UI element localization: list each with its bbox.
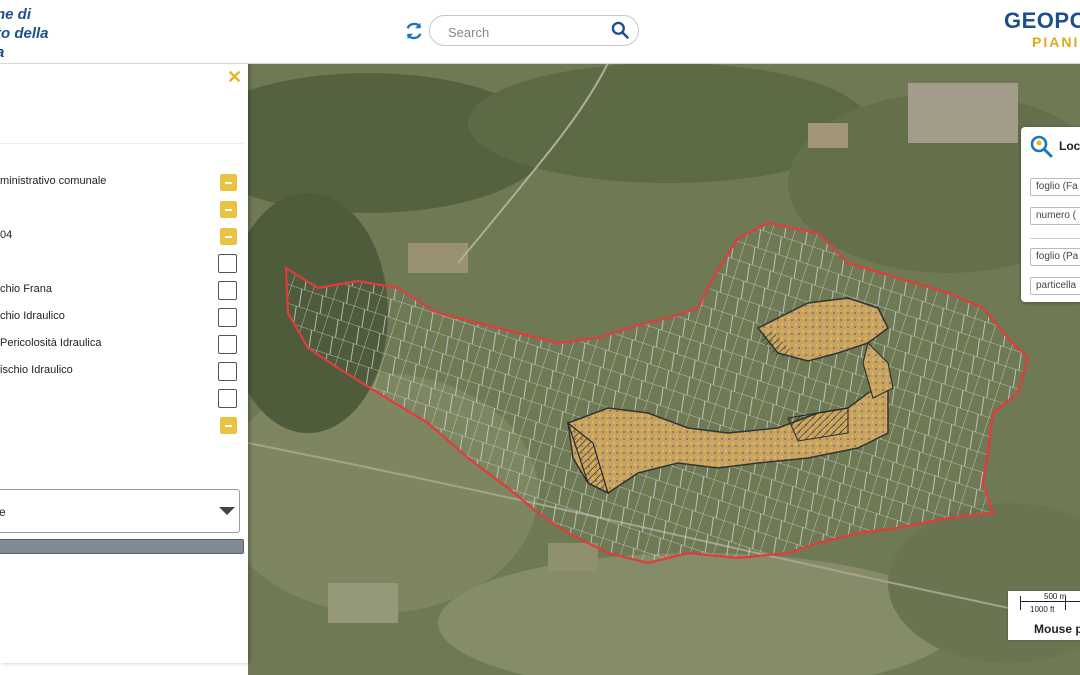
scale-tick: [1020, 596, 1021, 610]
logo-subtext: PIANI: [1032, 34, 1080, 50]
layer-row[interactable]: 04: [0, 225, 244, 249]
layer-checkbox[interactable]: [218, 281, 237, 300]
search-box[interactable]: [429, 15, 639, 46]
refresh-icon[interactable]: [403, 20, 425, 42]
layer-checkbox[interactable]: [218, 362, 237, 381]
layer-label: chio Idraulico: [0, 310, 65, 322]
scale-metric: 500 m: [1044, 592, 1067, 601]
layer-row[interactable]: ischio Idraulico: [0, 360, 244, 384]
divider: [0, 143, 244, 144]
layer-label: Pericolosità Idraulica: [0, 337, 102, 349]
layer-checkbox[interactable]: [218, 335, 237, 354]
layer-row[interactable]: chio Frana: [0, 279, 244, 303]
opacity-slider[interactable]: [0, 539, 244, 554]
layer-row[interactable]: [0, 387, 244, 411]
layer-checkbox[interactable]: [218, 308, 237, 327]
scale-bar: 500 m 1000 ft Mouse p: [1008, 591, 1080, 640]
slider-fill: [0, 540, 243, 553]
search-icon[interactable]: [610, 20, 630, 40]
locate-panel: Loc foglio (Fa numero ( foglio (Pa parti…: [1021, 127, 1080, 302]
layer-row[interactable]: ministrativo comunale: [0, 171, 244, 195]
layers-panel: ✕ ministrativo comunale 04 chio Frana ch…: [0, 63, 248, 663]
top-header: ne di to della a GEOPO PIANI: [0, 0, 1080, 64]
chevron-down-icon[interactable]: [219, 507, 235, 515]
geopoi-logo: GEOPO PIANI: [1004, 8, 1080, 50]
layer-checkbox[interactable]: [218, 254, 237, 273]
scale-imperial: 1000 ft: [1030, 605, 1055, 614]
search-input[interactable]: [446, 22, 610, 42]
layer-label: 04: [0, 229, 13, 241]
layer-row[interactable]: chio Idraulico: [0, 306, 244, 330]
foglio-parcel-field[interactable]: foglio (Pa: [1030, 248, 1080, 266]
scale-tick: [1065, 596, 1066, 610]
scale-line: [1020, 601, 1080, 602]
collapse-minus-icon[interactable]: [220, 201, 237, 218]
particella-field[interactable]: particella: [1030, 277, 1080, 295]
collapse-minus-icon[interactable]: [220, 228, 237, 245]
layer-label: ministrativo comunale: [0, 175, 107, 187]
map-view[interactable]: [248, 63, 1080, 675]
layer-label: chio Frana: [0, 283, 52, 295]
magnifier-icon[interactable]: [1029, 134, 1053, 158]
site-title[interactable]: ne di to della a: [0, 5, 49, 62]
layer-row[interactable]: Pericolosità Idraulica: [0, 333, 244, 357]
layer-checkbox[interactable]: [218, 389, 237, 408]
numero-field[interactable]: numero (: [1030, 207, 1080, 225]
logo-text: GEOPO: [1004, 8, 1080, 33]
satellite-map[interactable]: [248, 63, 1080, 675]
layer-label: ischio Idraulico: [0, 364, 73, 376]
foglio-field[interactable]: foglio (Fa: [1030, 178, 1080, 196]
layer-row[interactable]: [0, 198, 244, 222]
layer-row[interactable]: [0, 414, 244, 438]
locate-title: Loc: [1059, 139, 1080, 153]
mouse-position: Mouse p: [1034, 622, 1080, 636]
divider: [1030, 238, 1080, 239]
collapse-minus-icon[interactable]: [220, 417, 237, 434]
select-value: e: [0, 505, 6, 519]
collapse-minus-icon[interactable]: [220, 174, 237, 191]
close-icon[interactable]: ✕: [227, 67, 242, 87]
layer-row[interactable]: [0, 252, 244, 276]
basemap-select[interactable]: e: [0, 489, 240, 533]
